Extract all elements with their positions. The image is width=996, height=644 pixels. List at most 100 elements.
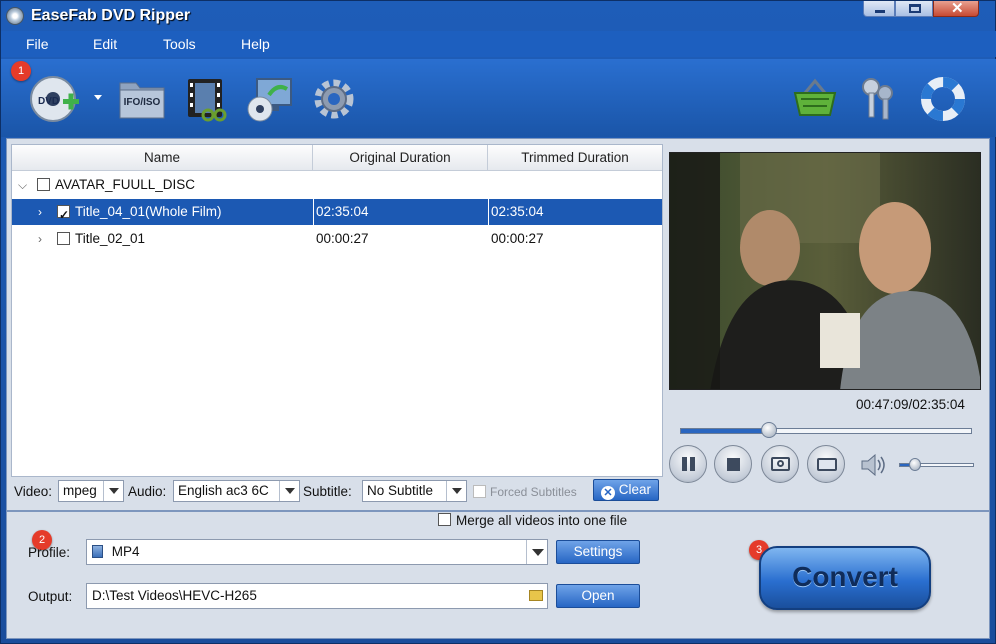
volume-slider[interactable] bbox=[899, 458, 974, 471]
load-dvd-dropdown-icon[interactable] bbox=[94, 95, 102, 100]
dvd-app-icon bbox=[6, 7, 24, 25]
keys-icon bbox=[862, 78, 893, 120]
original-duration: 00:00:27 bbox=[316, 231, 369, 246]
copy-disc-button[interactable] bbox=[247, 75, 301, 123]
output-label: Output: bbox=[28, 589, 73, 604]
step-badge-1: 1 bbox=[11, 61, 31, 81]
subtitle-select[interactable]: No Subtitle bbox=[362, 480, 467, 502]
forced-subtitles-checkbox[interactable] bbox=[473, 485, 486, 498]
column-trimmed-duration[interactable]: Trimmed Duration bbox=[488, 145, 662, 171]
collapse-arrow-icon[interactable]: ⌵ bbox=[18, 172, 27, 198]
clear-label: Clear bbox=[618, 482, 652, 497]
close-button[interactable]: ✕ bbox=[933, 0, 979, 17]
output-path-field[interactable]: D:\Test Videos\HEVC-H265 bbox=[86, 583, 548, 609]
merge-checkbox[interactable] bbox=[438, 513, 451, 526]
chevron-down-icon bbox=[103, 481, 123, 501]
pause-button[interactable] bbox=[669, 445, 707, 483]
menu-edit[interactable]: Edit bbox=[93, 36, 117, 52]
load-dvd-button[interactable]: DVD bbox=[29, 75, 83, 123]
seek-bar[interactable] bbox=[680, 422, 972, 438]
movie-frame-image bbox=[670, 153, 980, 389]
buy-button[interactable] bbox=[791, 75, 845, 123]
video-select[interactable]: mpeg bbox=[58, 480, 124, 502]
load-dvd-icon: DVD bbox=[30, 76, 79, 122]
video-value: mpeg bbox=[63, 483, 97, 498]
basket-icon bbox=[793, 78, 837, 116]
table-row[interactable]: › Title_02_01 00:00:27 00:00:27 bbox=[12, 226, 662, 252]
track-options-bar: Video: mpeg Audio: English ac3 6C Subtit… bbox=[11, 477, 663, 505]
clear-button[interactable]: ✕ Clear bbox=[593, 479, 659, 501]
settings-button[interactable]: Settings bbox=[556, 540, 640, 564]
list-header: Name Original Duration Trimmed Duration bbox=[12, 145, 662, 171]
seek-handle[interactable] bbox=[761, 422, 778, 438]
title-name: Title_02_01 bbox=[75, 231, 146, 246]
chevron-down-icon bbox=[532, 549, 544, 556]
profile-label: Profile: bbox=[28, 545, 71, 560]
column-name[interactable]: Name bbox=[12, 145, 313, 171]
disc-checkbox[interactable] bbox=[37, 178, 50, 191]
chevron-down-icon bbox=[279, 481, 299, 501]
load-ifo-iso-button[interactable]: IFO/ISO bbox=[117, 75, 171, 123]
menu-help[interactable]: Help bbox=[241, 36, 270, 52]
preferences-button[interactable] bbox=[311, 75, 365, 123]
output-panel: Merge all videos into one file 2 Profile… bbox=[6, 511, 990, 639]
help-support-button[interactable] bbox=[919, 75, 973, 123]
toolbar: 1 DVD IFO/ISO bbox=[1, 59, 996, 137]
register-button[interactable] bbox=[857, 75, 911, 123]
stop-icon bbox=[727, 458, 740, 471]
menu-file[interactable]: File bbox=[26, 36, 49, 52]
audio-value: English ac3 6C bbox=[178, 483, 269, 498]
app-window: EaseFab DVD Ripper ✕ File Edit Tools Hel… bbox=[0, 0, 996, 644]
convert-button[interactable]: Convert bbox=[759, 546, 931, 610]
trimmed-duration: 00:00:27 bbox=[491, 231, 544, 246]
film-scissors-icon bbox=[188, 79, 227, 122]
row-checkbox[interactable] bbox=[57, 202, 70, 228]
minimize-button[interactable] bbox=[863, 1, 895, 17]
snapshot-button[interactable] bbox=[761, 445, 799, 483]
open-button[interactable]: Open bbox=[556, 584, 640, 608]
merge-label: Merge all videos into one file bbox=[456, 513, 628, 528]
audio-label: Audio: bbox=[128, 484, 167, 499]
profile-dropdown[interactable] bbox=[526, 540, 547, 564]
cell-divider bbox=[488, 199, 489, 225]
original-duration: 02:35:04 bbox=[316, 204, 369, 219]
profile-select[interactable]: MP4 bbox=[86, 539, 548, 565]
stop-button[interactable] bbox=[714, 445, 752, 483]
close-icon: ✕ bbox=[951, 0, 964, 17]
title-name: Title_04_01(Whole Film) bbox=[75, 204, 222, 219]
edit-video-button[interactable] bbox=[184, 75, 238, 123]
maximize-button[interactable] bbox=[895, 1, 933, 17]
audio-select[interactable]: English ac3 6C bbox=[173, 480, 300, 502]
svg-text:DVD: DVD bbox=[38, 96, 59, 107]
browse-folder-icon[interactable] bbox=[529, 590, 543, 601]
cell-divider bbox=[313, 199, 314, 225]
monitor-dvd-icon bbox=[247, 78, 292, 122]
trimmed-duration: 02:35:04 bbox=[491, 204, 544, 219]
profile-value: MP4 bbox=[111, 544, 140, 559]
seek-bar-fill bbox=[681, 429, 770, 433]
speaker-icon bbox=[861, 453, 885, 477]
row-checkbox[interactable] bbox=[57, 232, 70, 245]
volume-handle[interactable] bbox=[908, 458, 921, 471]
expand-arrow-icon[interactable]: › bbox=[38, 226, 42, 252]
table-row[interactable]: › Title_04_01(Whole Film) 02:35:04 02:35… bbox=[12, 199, 662, 228]
open-folder-button[interactable] bbox=[807, 445, 845, 483]
subtitle-label: Subtitle: bbox=[303, 484, 352, 499]
expand-arrow-icon[interactable]: › bbox=[38, 199, 42, 225]
forced-subtitles-label: Forced Subtitles bbox=[490, 485, 577, 499]
disc-row[interactable]: ⌵ AVATAR_FUULL_DISC bbox=[12, 172, 662, 198]
column-original-duration[interactable]: Original Duration bbox=[313, 145, 488, 171]
chevron-down-icon bbox=[446, 481, 466, 501]
menu-tools[interactable]: Tools bbox=[163, 36, 196, 52]
volume-button[interactable] bbox=[860, 453, 886, 477]
camera-lens bbox=[777, 460, 784, 467]
lifebuoy-icon bbox=[921, 77, 965, 121]
window-title: EaseFab DVD Ripper bbox=[31, 7, 191, 24]
main-panel: Name Original Duration Trimmed Duration … bbox=[6, 138, 990, 511]
ifo-iso-label: IFO/ISO bbox=[123, 97, 161, 108]
video-preview bbox=[669, 152, 981, 390]
menu-bar: File Edit Tools Help bbox=[1, 31, 996, 57]
folder-icon bbox=[817, 458, 837, 471]
video-label: Video: bbox=[14, 484, 53, 499]
output-path-value: D:\Test Videos\HEVC-H265 bbox=[92, 588, 257, 603]
